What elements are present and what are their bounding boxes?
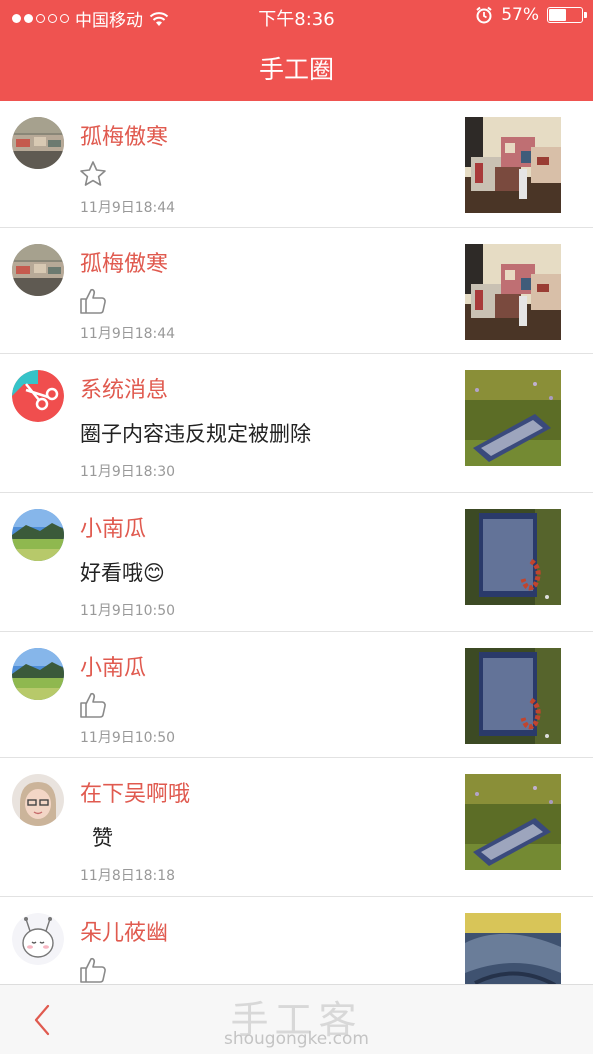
avatar[interactable] [12, 244, 64, 296]
user-name[interactable]: 小南瓜 [80, 511, 146, 543]
page-title: 手工圈 [258, 55, 334, 84]
notification-item[interactable]: 在下吴啊哦 赞 11月8日18:18 [0, 758, 593, 897]
thumbs-up-icon [78, 955, 108, 984]
avatar[interactable] [12, 509, 64, 561]
notification-item[interactable]: 朵儿莜幽 [0, 897, 593, 984]
battery-percent: 57% [501, 5, 539, 25]
status-bar: 中国移动 下午8:36 57% [0, 0, 593, 34]
message-text: 圈子内容违反规定被删除 [80, 422, 311, 446]
scissors-icon[interactable] [12, 370, 64, 422]
avatar[interactable] [12, 774, 64, 826]
timestamp: 11月9日10:50 [80, 603, 176, 619]
post-thumbnail[interactable] [465, 774, 561, 870]
star-outline-icon [78, 159, 108, 189]
battery-fill [549, 9, 566, 21]
post-thumbnail[interactable] [465, 913, 561, 984]
avatar[interactable] [12, 648, 64, 700]
notification-item[interactable]: 小南瓜 11月9日10:50 [0, 632, 593, 758]
avatar[interactable] [12, 117, 64, 169]
user-name[interactable]: 孤梅傲寒 [80, 119, 168, 151]
alarm-icon [476, 6, 492, 24]
battery-icon [547, 7, 587, 23]
avatar[interactable] [12, 913, 64, 965]
app-header: 中国移动 下午8:36 57% 手工圈 [0, 0, 593, 101]
notification-item[interactable]: 孤梅傲寒 11月9日18:44 [0, 228, 593, 354]
user-name[interactable]: 小南瓜 [80, 650, 146, 682]
message-text: 好看哦😊 [80, 561, 165, 585]
notification-item[interactable]: 系统消息 圈子内容违反规定被删除 11月9日18:30 [0, 354, 593, 493]
notification-item[interactable]: 孤梅傲寒 11月9日18:44 [0, 101, 593, 228]
post-thumbnail[interactable] [465, 648, 561, 744]
timestamp: 11月9日18:44 [80, 326, 176, 342]
user-name[interactable]: 朵儿莜幽 [80, 915, 168, 947]
post-thumbnail[interactable] [465, 244, 561, 340]
user-name[interactable]: 系统消息 [80, 372, 168, 404]
thumbs-up-icon [78, 690, 108, 720]
thumbs-up-icon [78, 286, 108, 316]
notification-item[interactable]: 小南瓜 好看哦😊 11月9日10:50 [0, 493, 593, 632]
user-name[interactable]: 在下吴啊哦 [80, 776, 190, 808]
bottom-bar: 手工客 shougongke.com [0, 984, 593, 1054]
timestamp: 11月9日10:50 [80, 730, 176, 746]
post-thumbnail[interactable] [465, 117, 561, 213]
status-right: 57% [475, 5, 587, 25]
post-thumbnail[interactable] [465, 370, 561, 466]
message-text: 赞 [92, 826, 113, 850]
user-name[interactable]: 孤梅傲寒 [80, 246, 168, 278]
post-thumbnail[interactable] [465, 509, 561, 605]
timestamp: 11月9日18:30 [80, 464, 176, 480]
timestamp: 11月8日18:18 [80, 868, 176, 884]
watermark-url: shougongke.com [224, 1029, 369, 1049]
timestamp: 11月9日18:44 [80, 200, 176, 216]
